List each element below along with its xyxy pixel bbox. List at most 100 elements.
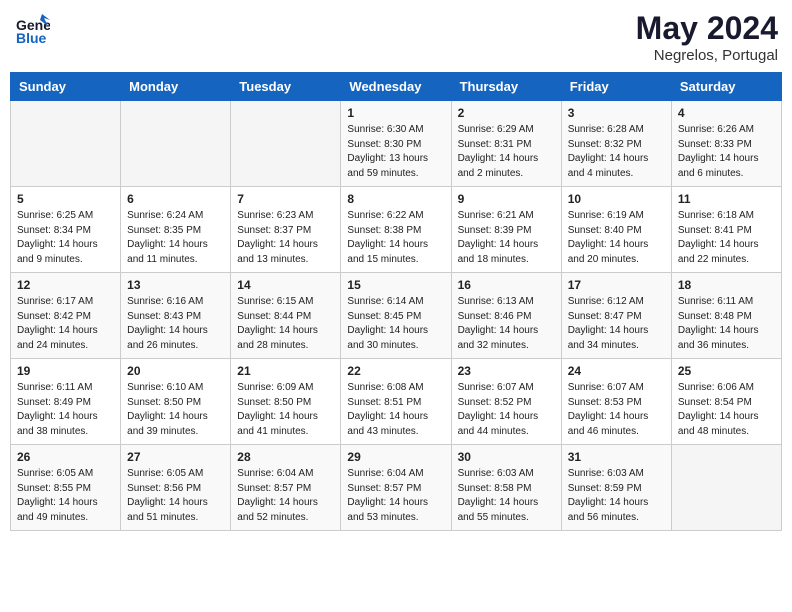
day-sun-info: Sunrise: 6:24 AMSunset: 8:35 PMDaylight:… xyxy=(127,209,224,267)
day-cell: 6 Sunrise: 6:24 AMSunset: 8:35 PMDaylight… xyxy=(121,187,231,273)
day-cell: 10 Sunrise: 6:19 AMSunset: 8:40 PMDayligh… xyxy=(561,187,671,273)
day-cell: 20 Sunrise: 6:10 AMSunset: 8:50 PMDayligh… xyxy=(121,359,231,445)
day-sun-info: Sunrise: 6:10 AMSunset: 8:50 PMDaylight:… xyxy=(127,381,224,439)
day-cell xyxy=(11,101,121,187)
day-cell: 2Sunrise: 6:29 AMSunset: 8:31 PMDaylight… xyxy=(451,101,561,187)
day-number: 10 xyxy=(568,192,665,206)
day-sun-info: Sunrise: 6:23 AMSunset: 8:37 PMDaylight:… xyxy=(237,209,334,267)
day-cell: 19 Sunrise: 6:11 AMSunset: 8:49 PMDayligh… xyxy=(11,359,121,445)
day-number: 19 xyxy=(17,364,114,378)
day-cell: 24 Sunrise: 6:07 AMSunset: 8:53 PMDayligh… xyxy=(561,359,671,445)
day-sun-info: Sunrise: 6:05 AMSunset: 8:56 PMDaylight:… xyxy=(127,467,224,525)
day-cell: 18Sunrise: 6:11 AMSunset: 8:48 PMDayligh… xyxy=(671,273,781,359)
day-cell: 28Sunrise: 6:04 AMSunset: 8:57 PMDayligh… xyxy=(231,445,341,531)
day-number: 5 xyxy=(17,192,114,206)
day-cell: 12 Sunrise: 6:17 AMSunset: 8:42 PMDayligh… xyxy=(11,273,121,359)
day-cell: 11 Sunrise: 6:18 AMSunset: 8:41 PMDayligh… xyxy=(671,187,781,273)
weekday-header-row: SundayMondayTuesdayWednesdayThursdayFrid… xyxy=(11,73,782,101)
day-sun-info: Sunrise: 6:04 AMSunset: 8:57 PMDaylight:… xyxy=(347,467,444,525)
day-sun-info: Sunrise: 6:11 AMSunset: 8:48 PMDaylight:… xyxy=(678,295,775,353)
day-sun-info: Sunrise: 6:13 AMSunset: 8:46 PMDaylight:… xyxy=(458,295,555,353)
day-sun-info: Sunrise: 6:19 AMSunset: 8:40 PMDaylight:… xyxy=(568,209,665,267)
day-cell: 16 Sunrise: 6:13 AMSunset: 8:46 PMDayligh… xyxy=(451,273,561,359)
day-number: 11 xyxy=(678,192,775,206)
day-number: 27 xyxy=(127,450,224,464)
day-sun-info: Sunrise: 6:14 AMSunset: 8:45 PMDaylight:… xyxy=(347,295,444,353)
day-number: 15 xyxy=(347,278,444,292)
svg-text:Blue: Blue xyxy=(16,30,47,46)
day-number: 6 xyxy=(127,192,224,206)
day-sun-info: Sunrise: 6:08 AMSunset: 8:51 PMDaylight:… xyxy=(347,381,444,439)
day-cell: 17Sunrise: 6:12 AMSunset: 8:47 PMDayligh… xyxy=(561,273,671,359)
main-title: May 2024 xyxy=(636,10,778,47)
day-sun-info: Sunrise: 6:11 AMSunset: 8:49 PMDaylight:… xyxy=(17,381,114,439)
day-number: 1 xyxy=(347,106,444,120)
week-row-1: 1 Sunrise: 6:30 AMSunset: 8:30 PMDaylight… xyxy=(11,101,782,187)
weekday-header-saturday: Saturday xyxy=(671,73,781,101)
logo: General Blue xyxy=(14,10,50,51)
weekday-header-sunday: Sunday xyxy=(11,73,121,101)
day-number: 31 xyxy=(568,450,665,464)
day-cell xyxy=(671,445,781,531)
day-sun-info: Sunrise: 6:07 AMSunset: 8:52 PMDaylight:… xyxy=(458,381,555,439)
day-sun-info: Sunrise: 6:12 AMSunset: 8:47 PMDaylight:… xyxy=(568,295,665,353)
day-number: 16 xyxy=(458,278,555,292)
day-number: 24 xyxy=(568,364,665,378)
day-number: 12 xyxy=(17,278,114,292)
day-cell: 7 Sunrise: 6:23 AMSunset: 8:37 PMDaylight… xyxy=(231,187,341,273)
week-row-3: 12 Sunrise: 6:17 AMSunset: 8:42 PMDayligh… xyxy=(11,273,782,359)
day-cell: 31 Sunrise: 6:03 AMSunset: 8:59 PMDayligh… xyxy=(561,445,671,531)
title-block: May 2024 Negrelos, Portugal xyxy=(636,10,778,64)
day-cell: 3 Sunrise: 6:28 AMSunset: 8:32 PMDaylight… xyxy=(561,101,671,187)
day-cell: 22 Sunrise: 6:08 AMSunset: 8:51 PMDayligh… xyxy=(341,359,451,445)
day-sun-info: Sunrise: 6:28 AMSunset: 8:32 PMDaylight:… xyxy=(568,123,665,181)
day-sun-info: Sunrise: 6:25 AMSunset: 8:34 PMDaylight:… xyxy=(17,209,114,267)
day-number: 21 xyxy=(237,364,334,378)
logo-icon: General Blue xyxy=(14,10,50,46)
week-row-2: 5 Sunrise: 6:25 AMSunset: 8:34 PMDaylight… xyxy=(11,187,782,273)
day-number: 13 xyxy=(127,278,224,292)
day-cell: 30Sunrise: 6:03 AMSunset: 8:58 PMDayligh… xyxy=(451,445,561,531)
day-cell: 29 Sunrise: 6:04 AMSunset: 8:57 PMDayligh… xyxy=(341,445,451,531)
day-number: 7 xyxy=(237,192,334,206)
day-cell xyxy=(231,101,341,187)
day-sun-info: Sunrise: 6:26 AMSunset: 8:33 PMDaylight:… xyxy=(678,123,775,181)
weekday-header-monday: Monday xyxy=(121,73,231,101)
day-cell: 23Sunrise: 6:07 AMSunset: 8:52 PMDayligh… xyxy=(451,359,561,445)
day-sun-info: Sunrise: 6:30 AMSunset: 8:30 PMDaylight:… xyxy=(347,123,444,181)
weekday-header-wednesday: Wednesday xyxy=(341,73,451,101)
day-number: 26 xyxy=(17,450,114,464)
day-sun-info: Sunrise: 6:18 AMSunset: 8:41 PMDaylight:… xyxy=(678,209,775,267)
day-number: 9 xyxy=(458,192,555,206)
day-number: 3 xyxy=(568,106,665,120)
week-row-4: 19 Sunrise: 6:11 AMSunset: 8:49 PMDayligh… xyxy=(11,359,782,445)
weekday-header-tuesday: Tuesday xyxy=(231,73,341,101)
day-cell: 14 Sunrise: 6:15 AMSunset: 8:44 PMDayligh… xyxy=(231,273,341,359)
day-sun-info: Sunrise: 6:15 AMSunset: 8:44 PMDaylight:… xyxy=(237,295,334,353)
day-cell: 1 Sunrise: 6:30 AMSunset: 8:30 PMDaylight… xyxy=(341,101,451,187)
day-number: 4 xyxy=(678,106,775,120)
page-header: General Blue May 2024 Negrelos, Portugal xyxy=(10,10,782,64)
day-cell: 15 Sunrise: 6:14 AMSunset: 8:45 PMDayligh… xyxy=(341,273,451,359)
weekday-header-thursday: Thursday xyxy=(451,73,561,101)
day-cell xyxy=(121,101,231,187)
day-number: 22 xyxy=(347,364,444,378)
day-sun-info: Sunrise: 6:06 AMSunset: 8:54 PMDaylight:… xyxy=(678,381,775,439)
day-sun-info: Sunrise: 6:17 AMSunset: 8:42 PMDaylight:… xyxy=(17,295,114,353)
day-sun-info: Sunrise: 6:07 AMSunset: 8:53 PMDaylight:… xyxy=(568,381,665,439)
day-sun-info: Sunrise: 6:03 AMSunset: 8:58 PMDaylight:… xyxy=(458,467,555,525)
day-sun-info: Sunrise: 6:09 AMSunset: 8:50 PMDaylight:… xyxy=(237,381,334,439)
day-sun-info: Sunrise: 6:03 AMSunset: 8:59 PMDaylight:… xyxy=(568,467,665,525)
day-cell: 25 Sunrise: 6:06 AMSunset: 8:54 PMDayligh… xyxy=(671,359,781,445)
day-number: 8 xyxy=(347,192,444,206)
day-cell: 9Sunrise: 6:21 AMSunset: 8:39 PMDaylight… xyxy=(451,187,561,273)
weekday-header-friday: Friday xyxy=(561,73,671,101)
day-number: 14 xyxy=(237,278,334,292)
day-cell: 26 Sunrise: 6:05 AMSunset: 8:55 PMDayligh… xyxy=(11,445,121,531)
day-number: 29 xyxy=(347,450,444,464)
day-sun-info: Sunrise: 6:05 AMSunset: 8:55 PMDaylight:… xyxy=(17,467,114,525)
day-number: 20 xyxy=(127,364,224,378)
day-cell: 5 Sunrise: 6:25 AMSunset: 8:34 PMDaylight… xyxy=(11,187,121,273)
day-sun-info: Sunrise: 6:29 AMSunset: 8:31 PMDaylight:… xyxy=(458,123,555,181)
day-number: 25 xyxy=(678,364,775,378)
